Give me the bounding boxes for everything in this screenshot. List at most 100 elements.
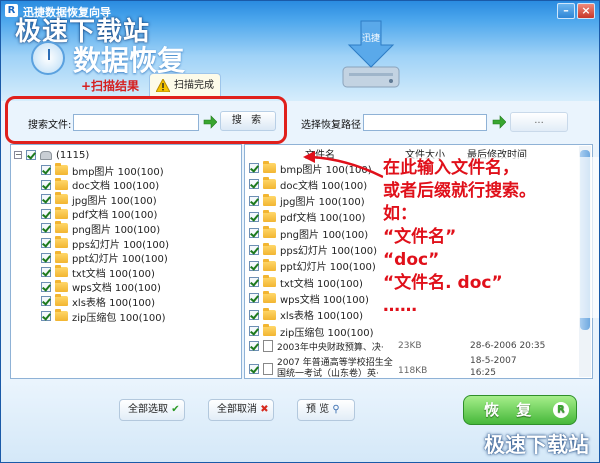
tree-item-label: doc文档 100(100) bbox=[72, 181, 160, 193]
checkbox[interactable] bbox=[41, 296, 51, 307]
deselect-all-button[interactable]: 全部取消 ✖ bbox=[208, 399, 274, 421]
tree-item-label: xls表格 100(100) bbox=[72, 297, 156, 309]
checkbox[interactable] bbox=[249, 260, 259, 271]
tree-item-label: bmp图片 100(100) bbox=[72, 166, 164, 178]
recover-path-label: 选择恢复路径 bbox=[301, 120, 361, 131]
annotation-line: “doc” bbox=[383, 250, 440, 270]
folder-icon bbox=[263, 193, 276, 206]
list-item[interactable]: zip压缩包 100(100) bbox=[249, 324, 374, 339]
list-item[interactable]: 2007 年普通高等学校招生全 国统一考试（山东卷）英· bbox=[249, 358, 393, 379]
folder-icon bbox=[55, 250, 68, 263]
checkbox[interactable] bbox=[41, 311, 51, 321]
folder-name: jpg图片 100(100) bbox=[280, 197, 365, 209]
folder-icon bbox=[263, 226, 276, 239]
drive-icon bbox=[40, 150, 52, 160]
folder-name: pdf文档 100(100) bbox=[280, 213, 366, 225]
select-all-label: 全部选取 bbox=[128, 404, 168, 415]
checkbox[interactable] bbox=[249, 211, 259, 222]
checkbox[interactable] bbox=[249, 364, 259, 374]
list-item[interactable]: 2003年中央财政预算、决· bbox=[249, 339, 384, 353]
tree-item[interactable]: txt文档 100(100) bbox=[41, 265, 155, 280]
list-item[interactable]: txt文档 100(100) bbox=[249, 275, 363, 290]
magnifier-icon: ⚲ bbox=[332, 404, 340, 415]
folder-icon bbox=[55, 236, 68, 248]
tree-item[interactable]: doc文档 100(100) bbox=[41, 177, 160, 193]
list-item[interactable]: ppt幻灯片 100(100) bbox=[249, 258, 376, 273]
cross-icon: ✖ bbox=[260, 404, 269, 415]
list-item[interactable]: png图片 100(100) bbox=[249, 226, 368, 241]
tree-item[interactable]: ppt幻灯片 100(100) bbox=[41, 250, 168, 266]
tree-item[interactable]: zip压缩包 100(100) bbox=[41, 309, 166, 324]
tree-item[interactable]: wps文档 100(100) bbox=[41, 279, 161, 294]
file-size: 118KB bbox=[398, 366, 428, 376]
checkbox[interactable] bbox=[249, 293, 259, 304]
select-all-button[interactable]: 全部选取 ✔ bbox=[119, 399, 185, 421]
checkbox[interactable] bbox=[41, 179, 51, 190]
checkbox[interactable] bbox=[249, 341, 259, 351]
tree-item[interactable]: pps幻灯片 100(100) bbox=[41, 236, 169, 251]
list-item[interactable]: wps文档 100(100) bbox=[249, 291, 369, 306]
checkbox[interactable] bbox=[41, 208, 51, 219]
checkbox[interactable] bbox=[249, 244, 259, 255]
tree-root-label: (1115) bbox=[56, 149, 90, 161]
highlight-frame bbox=[5, 96, 287, 144]
checkbox[interactable] bbox=[41, 238, 51, 248]
tab-scan-result[interactable]: +扫描结果 bbox=[81, 77, 139, 95]
checkbox[interactable] bbox=[249, 309, 259, 320]
close-button[interactable]: × bbox=[577, 3, 595, 19]
folder-icon bbox=[263, 242, 276, 255]
minimize-button[interactable]: – bbox=[557, 3, 575, 19]
recover-path-input[interactable] bbox=[363, 114, 487, 131]
tree-root[interactable]: − (1115) bbox=[14, 148, 89, 162]
folder-icon bbox=[263, 275, 276, 288]
preview-label: 预 览 bbox=[306, 404, 330, 415]
checkbox[interactable] bbox=[249, 163, 259, 173]
checkbox[interactable] bbox=[249, 179, 259, 190]
folder-name: xls表格 100(100) bbox=[280, 311, 364, 323]
list-item[interactable]: pps幻灯片 100(100) bbox=[249, 242, 378, 257]
tree-item[interactable]: pdf文档 100(100) bbox=[41, 206, 157, 221]
go-arrow-icon[interactable] bbox=[492, 115, 506, 129]
watermark-text: 极速下载站 bbox=[484, 433, 589, 457]
folder-icon bbox=[263, 209, 276, 222]
recover-label: 恢 复 bbox=[484, 401, 538, 419]
window-controls: – × bbox=[557, 3, 595, 19]
checkbox[interactable] bbox=[41, 165, 51, 175]
folder-name: pps幻灯片 100(100) bbox=[280, 246, 378, 257]
folder-icon bbox=[55, 163, 68, 175]
warning-icon bbox=[156, 79, 170, 92]
annotation-line: “文件名. doc” bbox=[383, 273, 503, 293]
hard-drive-icon: 迅捷 bbox=[342, 20, 400, 88]
checkbox[interactable] bbox=[41, 194, 51, 205]
folder-name: zip压缩包 100(100) bbox=[280, 327, 374, 339]
checkbox[interactable] bbox=[249, 326, 259, 336]
tree-item[interactable]: jpg图片 100(100) bbox=[41, 192, 157, 207]
recover-logo-icon: R bbox=[553, 402, 569, 418]
file-size: 23KB bbox=[398, 341, 422, 351]
folder-icon bbox=[55, 206, 68, 219]
list-item[interactable]: xls表格 100(100) bbox=[249, 307, 364, 323]
list-item[interactable]: jpg图片 100(100) bbox=[249, 193, 365, 209]
file-name-line2: 国统一考试（山东卷）英· bbox=[277, 369, 379, 379]
recover-button[interactable]: 恢 复 R bbox=[463, 395, 577, 425]
browse-button[interactable]: ... bbox=[510, 112, 568, 132]
folder-icon bbox=[263, 161, 276, 173]
checkbox[interactable] bbox=[26, 150, 36, 160]
annotation-line: 或者后缀就行搜索。 bbox=[383, 181, 536, 201]
list-item[interactable]: pdf文档 100(100) bbox=[249, 209, 366, 225]
annotation-line: 如： bbox=[383, 204, 417, 224]
tree-item[interactable]: xls表格 100(100) bbox=[41, 294, 156, 309]
tree-item[interactable]: bmp图片 100(100) bbox=[41, 163, 164, 178]
file-name: 2003年中央财政预算、决· bbox=[277, 342, 384, 353]
checkbox[interactable] bbox=[249, 228, 259, 239]
tree-item[interactable]: png图片 100(100) bbox=[41, 221, 160, 236]
checkbox[interactable] bbox=[249, 277, 259, 288]
collapse-icon[interactable]: − bbox=[14, 151, 22, 159]
tree-item-label: ppt幻灯片 100(100) bbox=[72, 254, 168, 266]
preview-button[interactable]: 预 览 ⚲ bbox=[297, 399, 355, 421]
checkbox[interactable] bbox=[41, 267, 51, 278]
checkbox[interactable] bbox=[41, 281, 51, 292]
checkbox[interactable] bbox=[41, 252, 51, 263]
checkbox[interactable] bbox=[41, 223, 51, 234]
checkbox[interactable] bbox=[249, 195, 259, 206]
